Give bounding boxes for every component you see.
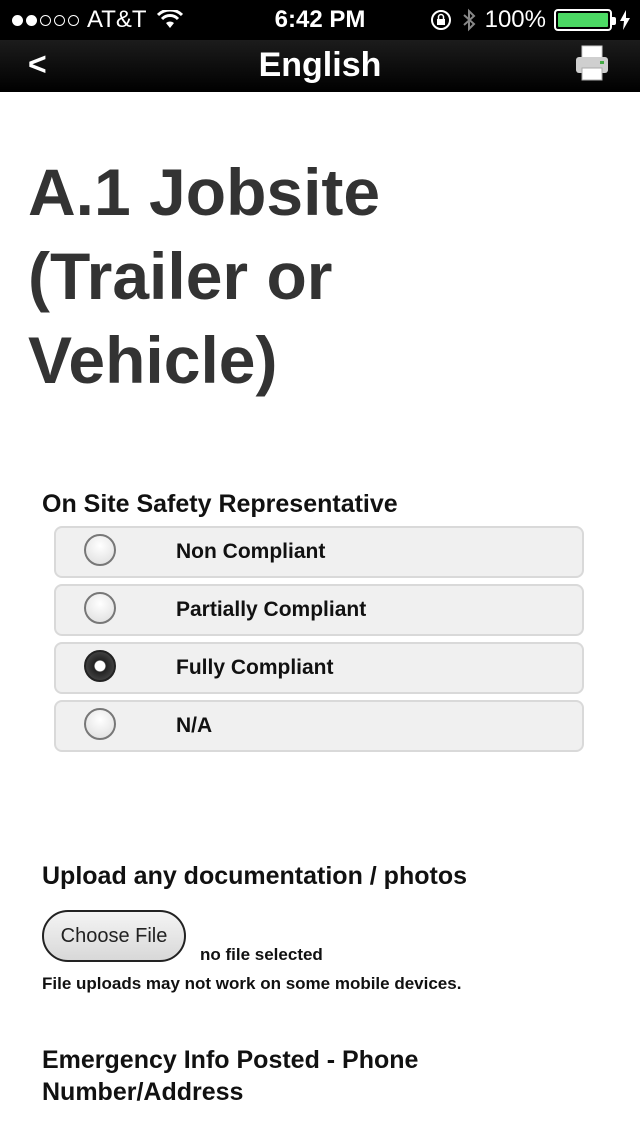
choose-file-button[interactable]: Choose File: [42, 910, 186, 962]
radio-label: Fully Compliant: [176, 656, 334, 679]
bluetooth-icon: [462, 8, 476, 32]
nav-bar: < English: [0, 40, 640, 92]
page-title: A.1 Jobsite (Trailer or Vehicle): [28, 155, 381, 397]
upload-note: File uploads may not work on some mobile…: [42, 974, 462, 993]
radio-option-na[interactable]: N/A: [54, 700, 584, 752]
radio-button-icon[interactable]: [84, 534, 116, 566]
radio-label: Partially Compliant: [176, 598, 367, 621]
charging-icon: [620, 10, 630, 30]
question-label-safety-rep: On Site Safety Representative: [42, 490, 398, 518]
compliance-radio-group: Non Compliant Partially Compliant Fully …: [54, 526, 584, 758]
battery-cap: [612, 17, 616, 25]
radio-option-fully-compliant[interactable]: Fully Compliant: [54, 642, 584, 694]
radio-button-icon[interactable]: [84, 708, 116, 740]
radio-button-icon[interactable]: [84, 592, 116, 624]
status-right: 100%: [429, 6, 630, 34]
rotation-lock-icon: [430, 10, 451, 30]
radio-option-non-compliant[interactable]: Non Compliant: [54, 526, 584, 578]
radio-label: N/A: [176, 714, 213, 737]
printer-icon[interactable]: [574, 44, 610, 82]
battery-level: [558, 13, 608, 27]
nav-title: English: [258, 46, 382, 84]
battery-icon: [554, 9, 616, 31]
question-label-upload: Upload any documentation / photos: [42, 862, 467, 890]
status-bar: AT&T 6:42 PM 100%: [0, 0, 640, 40]
radio-button-selected-icon[interactable]: [84, 650, 116, 682]
file-status: no file selected: [200, 945, 323, 964]
radio-label: Non Compliant: [176, 540, 326, 563]
question-label-emergency: Emergency Info Posted - Phone Number/Add…: [42, 1046, 419, 1106]
radio-option-partially-compliant[interactable]: Partially Compliant: [54, 584, 584, 636]
battery-percent: 100%: [484, 6, 546, 33]
